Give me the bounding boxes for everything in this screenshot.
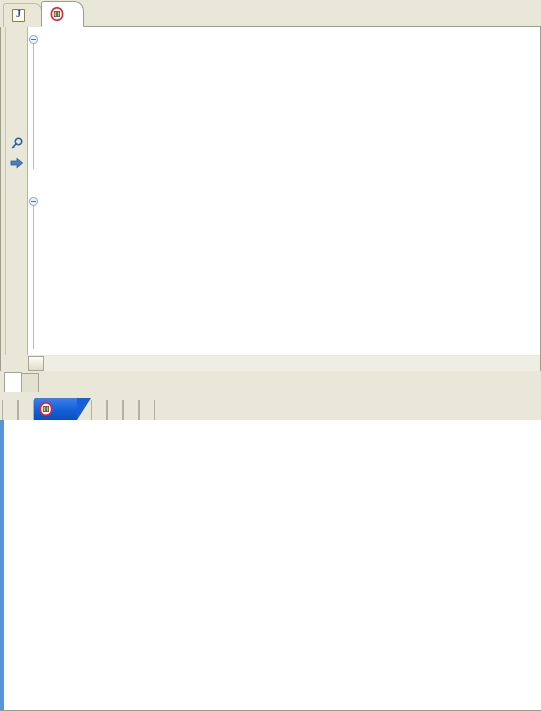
page-tabs-filler (38, 371, 541, 392)
scrollbar-track[interactable] (44, 355, 540, 371)
fold-toggle-rule-a-to-b[interactable] (29, 35, 38, 44)
editor-horizontal-scrollbar[interactable] (0, 355, 541, 371)
editor-tab-java[interactable]: J (3, 3, 42, 27)
tab-agenda-view[interactable] (34, 398, 91, 420)
tab-global-data-view[interactable] (107, 400, 123, 420)
code-editor[interactable] (0, 27, 541, 355)
code-text[interactable] (40, 27, 540, 355)
fold-guide-line-1 (33, 44, 34, 169)
java-file-icon: J (12, 8, 26, 23)
tab-audit-view[interactable] (91, 400, 107, 420)
tab-working-memory-view[interactable] (139, 400, 155, 420)
agenda-view-panel[interactable] (0, 420, 541, 711)
scroll-left-icon[interactable] (28, 355, 44, 371)
editor-gutter[interactable] (6, 27, 28, 355)
editor-page-tabs (0, 371, 541, 392)
fold-toggle-rule-b-to-c[interactable] (29, 197, 38, 206)
agenda-tree[interactable] (4, 420, 541, 710)
editor-tab-drl[interactable] (41, 1, 84, 27)
tab-rete-tree[interactable] (21, 373, 39, 392)
tab-rules-view[interactable] (123, 400, 139, 420)
code-line[interactable] (40, 31, 540, 49)
tab-console[interactable] (2, 400, 18, 420)
tab-tasks[interactable] (18, 400, 34, 420)
quick-fix-key-icon[interactable] (10, 137, 24, 151)
fold-guide-line-2 (33, 206, 34, 349)
folding-column[interactable] (28, 27, 40, 355)
tab-text-editor[interactable] (4, 372, 22, 392)
blue-arrow-icon[interactable] (10, 156, 24, 170)
view-tab-bar-filler (155, 396, 541, 420)
drools-view-icon (39, 402, 53, 416)
editor-tab-bar: J (0, 0, 541, 27)
drools-file-icon (50, 7, 64, 21)
view-tab-bar (0, 396, 541, 420)
eclipse-window: J (0, 0, 541, 711)
editor-tab-bar-filler (84, 0, 541, 27)
